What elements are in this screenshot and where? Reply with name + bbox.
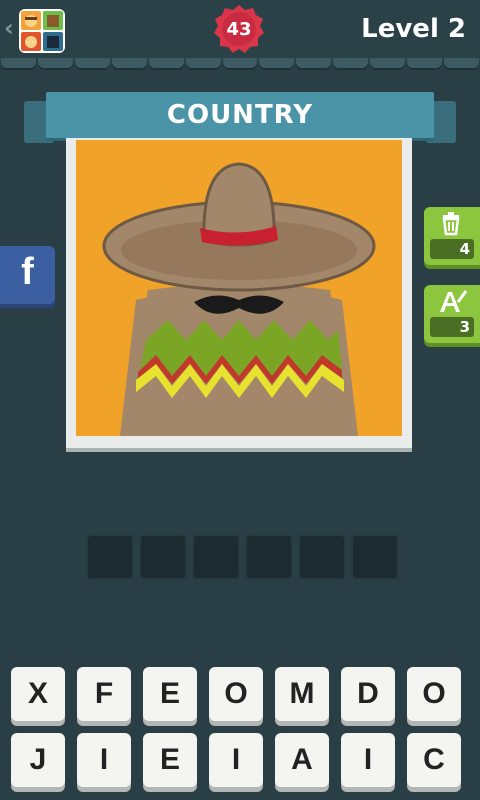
letter-key[interactable]: C [407,733,461,787]
hint-reveal-count: 3 [430,317,474,337]
letter-key[interactable]: J [11,733,65,787]
chevron-left-icon[interactable]: ‹ [4,14,14,42]
answer-slot[interactable] [351,534,399,580]
answer-slot[interactable] [86,534,134,580]
category-label: COUNTRY [166,100,314,130]
level-title: Level 2 [361,14,466,44]
letter-key[interactable]: D [341,667,395,721]
letter-key[interactable]: E [143,667,197,721]
letter-key[interactable]: O [407,667,461,721]
facebook-share-button[interactable]: f [0,246,55,304]
letter-key[interactable]: X [11,667,65,721]
letter-key[interactable]: I [77,733,131,787]
answer-slot[interactable] [192,534,240,580]
puzzle-image [76,140,402,436]
answer-slot[interactable] [139,534,187,580]
letter-key[interactable]: E [143,733,197,787]
letter-key[interactable]: I [341,733,395,787]
icon-pop-quiz-app-icon[interactable] [19,9,65,53]
coin-badge: 43 [212,4,266,54]
trash-icon [442,212,460,236]
letter-key[interactable]: A [275,733,329,787]
header-scallop [0,58,480,70]
hint-remove-letters-button[interactable]: 4 [424,207,480,265]
answer-slots [86,534,399,580]
coin-count: 43 [226,19,252,40]
hint-remove-count: 4 [430,239,474,259]
answer-slot[interactable] [245,534,293,580]
category-banner: COUNTRY [46,92,434,138]
letter-key[interactable]: O [209,667,263,721]
hint-reveal-letter-button[interactable]: 3 [424,285,480,343]
facebook-icon: f [21,251,34,293]
letter-reveal-icon [440,290,468,312]
letter-key[interactable]: I [209,733,263,787]
letter-key[interactable]: M [275,667,329,721]
puzzle-image-frame [66,138,412,448]
letter-key[interactable]: F [77,667,131,721]
answer-slot[interactable] [298,534,346,580]
